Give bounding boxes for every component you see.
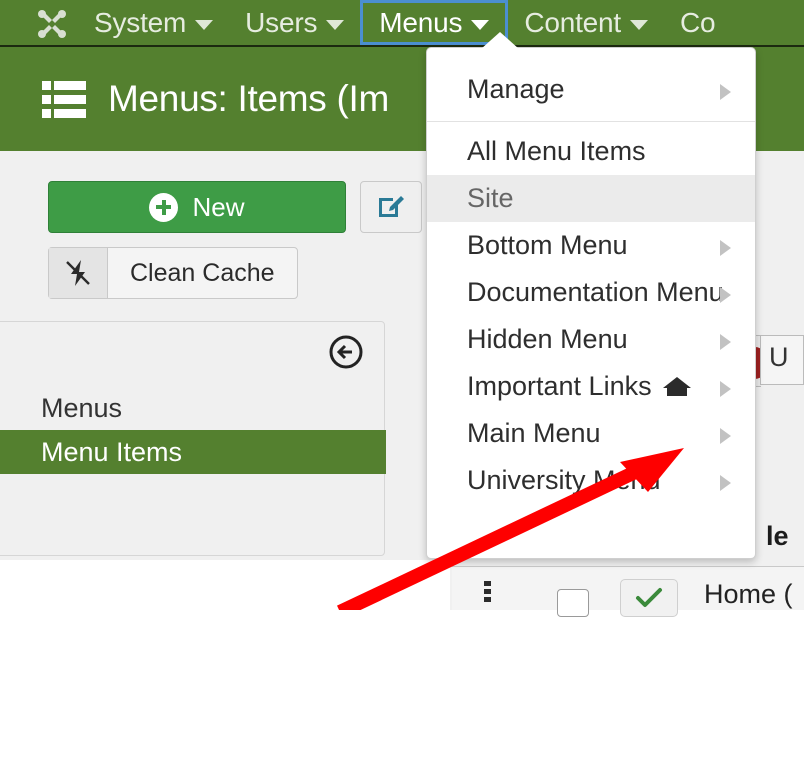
chevron-right-icon	[720, 287, 731, 303]
dropdown-item-label: All Menu Items	[467, 136, 646, 166]
top-nav-items: System Users Menus Content Co	[78, 0, 731, 45]
plus-circle-icon	[149, 192, 179, 222]
dropdown-item-label: University Menu	[467, 465, 661, 495]
sidebar-item-label: Menus	[41, 392, 123, 423]
sidebar-item-menus[interactable]: Menus	[0, 386, 386, 430]
table-column-header-title[interactable]: le	[766, 521, 789, 552]
nav-item-components-truncated[interactable]: Co	[664, 0, 731, 45]
table-row: Home (	[452, 566, 804, 617]
sidebar-item-label: Menu Items	[41, 436, 183, 467]
dropdown-item-hidden-menu[interactable]: Hidden Menu	[427, 316, 755, 363]
sidebar-panel: Menus Menu Items	[0, 321, 386, 556]
top-navigation-bar: System Users Menus Content Co	[0, 0, 804, 47]
list-view-icon	[42, 79, 86, 119]
chevron-right-icon	[720, 334, 731, 350]
home-icon	[662, 375, 692, 399]
edit-pencil-square-icon	[376, 190, 406, 225]
chevron-right-icon	[720, 475, 731, 491]
chevron-right-icon	[720, 428, 731, 444]
dropdown-item-label: Important Links	[467, 371, 652, 401]
new-button-label: New	[192, 191, 245, 222]
dropdown-item-label: Documentation Menu	[467, 277, 724, 307]
dropdown-item-label: Hidden Menu	[467, 324, 628, 354]
drag-handle-icon[interactable]	[484, 581, 491, 605]
dropdown-item-all-menu-items[interactable]: All Menu Items	[427, 128, 755, 175]
dropdown-item-university-menu[interactable]: University Menu	[427, 457, 755, 504]
row-checkbox[interactable]	[557, 589, 589, 617]
chevron-down-icon	[326, 19, 345, 30]
chevron-down-icon	[195, 19, 214, 30]
dropdown-item-documentation-menu[interactable]: Documentation Menu	[427, 269, 755, 316]
nav-item-label: Users	[245, 6, 318, 38]
dropdown-separator	[427, 121, 755, 122]
sidebar-item-menu-items[interactable]: Menu Items	[0, 430, 386, 474]
page-title: Menus: Items (Im	[108, 78, 389, 119]
chevron-right-icon	[720, 84, 731, 100]
nav-item-system[interactable]: System	[78, 0, 229, 45]
nav-item-label: System	[94, 6, 187, 38]
dropdown-pointer	[481, 32, 519, 49]
chevron-right-icon	[720, 240, 731, 256]
nav-item-content[interactable]: Content	[508, 0, 664, 45]
dropdown-item-important-links[interactable]: Important Links	[427, 363, 755, 410]
menus-dropdown: Manage All Menu Items Site Bottom Menu D…	[426, 47, 756, 559]
nav-item-users[interactable]: Users	[229, 0, 360, 45]
chevron-down-icon	[630, 19, 648, 30]
joomla-logo-icon[interactable]	[32, 5, 72, 43]
edit-button[interactable]	[360, 181, 422, 233]
bolt-slash-icon	[49, 248, 108, 298]
dropdown-item-main-menu[interactable]: Main Menu	[427, 410, 755, 457]
nav-item-label: Content	[524, 6, 621, 38]
table-row-title[interactable]: Home (	[704, 579, 793, 610]
dropdown-item-manage[interactable]: Manage	[427, 66, 755, 113]
circle-arrow-left-icon[interactable]	[328, 334, 364, 370]
chevron-down-icon	[471, 19, 490, 30]
table-cell-partial: U	[760, 335, 804, 385]
new-button[interactable]: New	[48, 181, 346, 233]
chevron-right-icon	[720, 381, 731, 397]
dropdown-group-label-site: Site	[427, 175, 755, 222]
clean-cache-button[interactable]: Clean Cache	[48, 247, 298, 299]
dropdown-item-label: Main Menu	[467, 418, 601, 448]
dropdown-item-label: Manage	[467, 74, 565, 104]
nav-item-label: Co	[680, 6, 716, 38]
nav-item-label: Menus	[379, 6, 463, 38]
dropdown-item-label: Site	[467, 183, 514, 213]
dropdown-item-label: Bottom Menu	[467, 230, 628, 260]
content-whitespace	[0, 560, 450, 761]
dropdown-item-bottom-menu[interactable]: Bottom Menu	[427, 222, 755, 269]
clean-cache-label: Clean Cache	[130, 258, 275, 287]
check-published-icon[interactable]	[620, 579, 678, 617]
